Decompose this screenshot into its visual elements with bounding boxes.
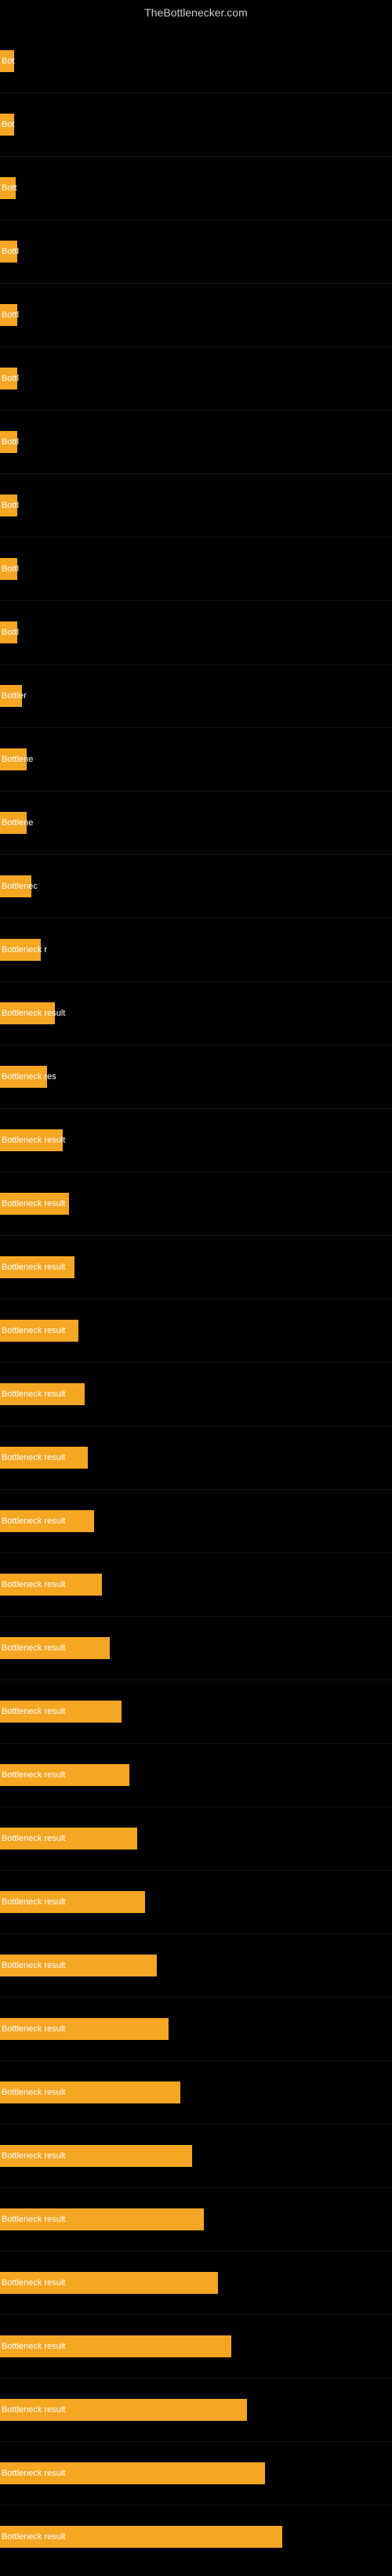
bar-label: Bottleneck result [2,1136,65,1145]
bar-row: Bottl [0,284,392,346]
bar-label: Bottleneck result [2,2151,65,2161]
bar-label: Bottleneck result [2,1961,65,1970]
bar-label: Bottl [2,501,19,510]
bar-label: Bottl [2,628,19,637]
bar-label: Bottlene [2,755,33,764]
site-title: TheBottlenecker.com [144,6,248,19]
bar-row: Bottleneck result [0,1426,392,1489]
bar-row: Bottleneck result [0,1998,392,2060]
bar-row: Bottleneck result [0,2125,392,2187]
bar-label: Bottleneck res [2,1072,56,1081]
bar-label: Bottl [2,437,19,447]
bar-row: Bottleneck res [0,1045,392,1108]
bar-label: Bottlene [2,818,33,828]
bar-label: Bottleneck result [2,1643,65,1653]
bar-row: Bottleneck result [0,1871,392,1933]
bar-label: Bottleneck result [2,2469,65,2478]
bar-label: Bottl [2,374,19,383]
bar-label: Bottleneck result [2,2215,65,2224]
bar-row: Bottleneck result [0,2061,392,2124]
bar-label: Bottleneck result [2,2342,65,2351]
bar-label: Bottleneck result [2,2405,65,2415]
bar-row: Bottleneck result [0,1299,392,1362]
bar-label: Bottleneck result [2,1453,65,1462]
bar-row: Bottlene [0,728,392,791]
bar-label: Bottleneck result [2,2278,65,2288]
bar-row: Bottleneck result [0,1934,392,1997]
bar-row: Bottleneck result [0,2252,392,2314]
bar-label: Bottleneck result [2,1009,65,1018]
bar-row: Bottl [0,601,392,664]
bar-row: Bottl [0,411,392,473]
bar-row: Bottleneck result [0,982,392,1045]
bar-row: Bottleneck result [0,1617,392,1679]
page-header: TheBottlenecker.com [0,0,392,22]
bar-row: Bottlenec [0,855,392,918]
bar-row: Bottleneck r [0,918,392,981]
bar-row: Bottleneck result [0,1236,392,1299]
bar-label: Bottleneck result [2,2532,65,2542]
bar-label: Bottleneck r [2,945,47,955]
bar-label: Bottleneck result [2,1389,65,1399]
bar-row: Bottleneck result [0,2379,392,2441]
bar-row: Bottler [0,665,392,727]
bar-row: Bottleneck result [0,2442,392,2505]
bar-label: Bottleneck result [2,2024,65,2034]
bar-label: Bottleneck result [2,1834,65,1843]
bar-label: Bottleneck result [2,1199,65,1208]
bar-row: Bottleneck result [0,1363,392,1426]
bar-row: Bottleneck result [0,1680,392,1743]
bar-row: Bottleneck result [0,1744,392,1806]
bar-label: Bottleneck result [2,1707,65,1716]
bar-label: Bottler [2,691,27,701]
bar-row: Bottleneck result [0,1807,392,1870]
bar-label: Bottleneck result [2,1263,65,1272]
bar-row: Bottleneck result [0,1490,392,1552]
bar-row: Bottl [0,474,392,537]
bar-row: Bottl [0,220,392,283]
bar-row: Bottleneck result [0,2505,392,2568]
bar-label: Bottleneck result [2,1897,65,1907]
bar-label: Bottleneck result [2,1516,65,1526]
bar-label: Bottleneck result [2,2088,65,2097]
bar-label: Bottleneck result [2,1580,65,1589]
chart-container: Bot Bot Bott Bottl Bottl Bottl Bottl Bottl Bottl… [0,22,392,2576]
bar-row: Bottl [0,538,392,600]
bar-row: Bot [0,30,392,92]
bar-label: Bottl [2,247,19,256]
bar-row: Bottl [0,347,392,410]
bar-label: Bot [2,56,15,66]
bar-label: Bottlenec [2,882,38,891]
bar-label: Bot [2,120,15,129]
bar-row: Bottleneck result [0,1172,392,1235]
bar-row: Bottleneck result [0,2315,392,2378]
bar-row: Bott [0,157,392,219]
bar-row: Bottleneck result [0,2188,392,2251]
bar-label: Bott [2,183,17,193]
bar-label: Bottl [2,564,19,574]
bar-row: Bottleneck result [0,1109,392,1172]
bar-label: Bottleneck result [2,1770,65,1780]
bar-row: Bottlene [0,792,392,854]
bar-label: Bottl [2,310,19,320]
bar-row: Bottleneck result [0,1553,392,1616]
bar-row: Bot [0,93,392,156]
bar-label: Bottleneck result [2,1326,65,1335]
